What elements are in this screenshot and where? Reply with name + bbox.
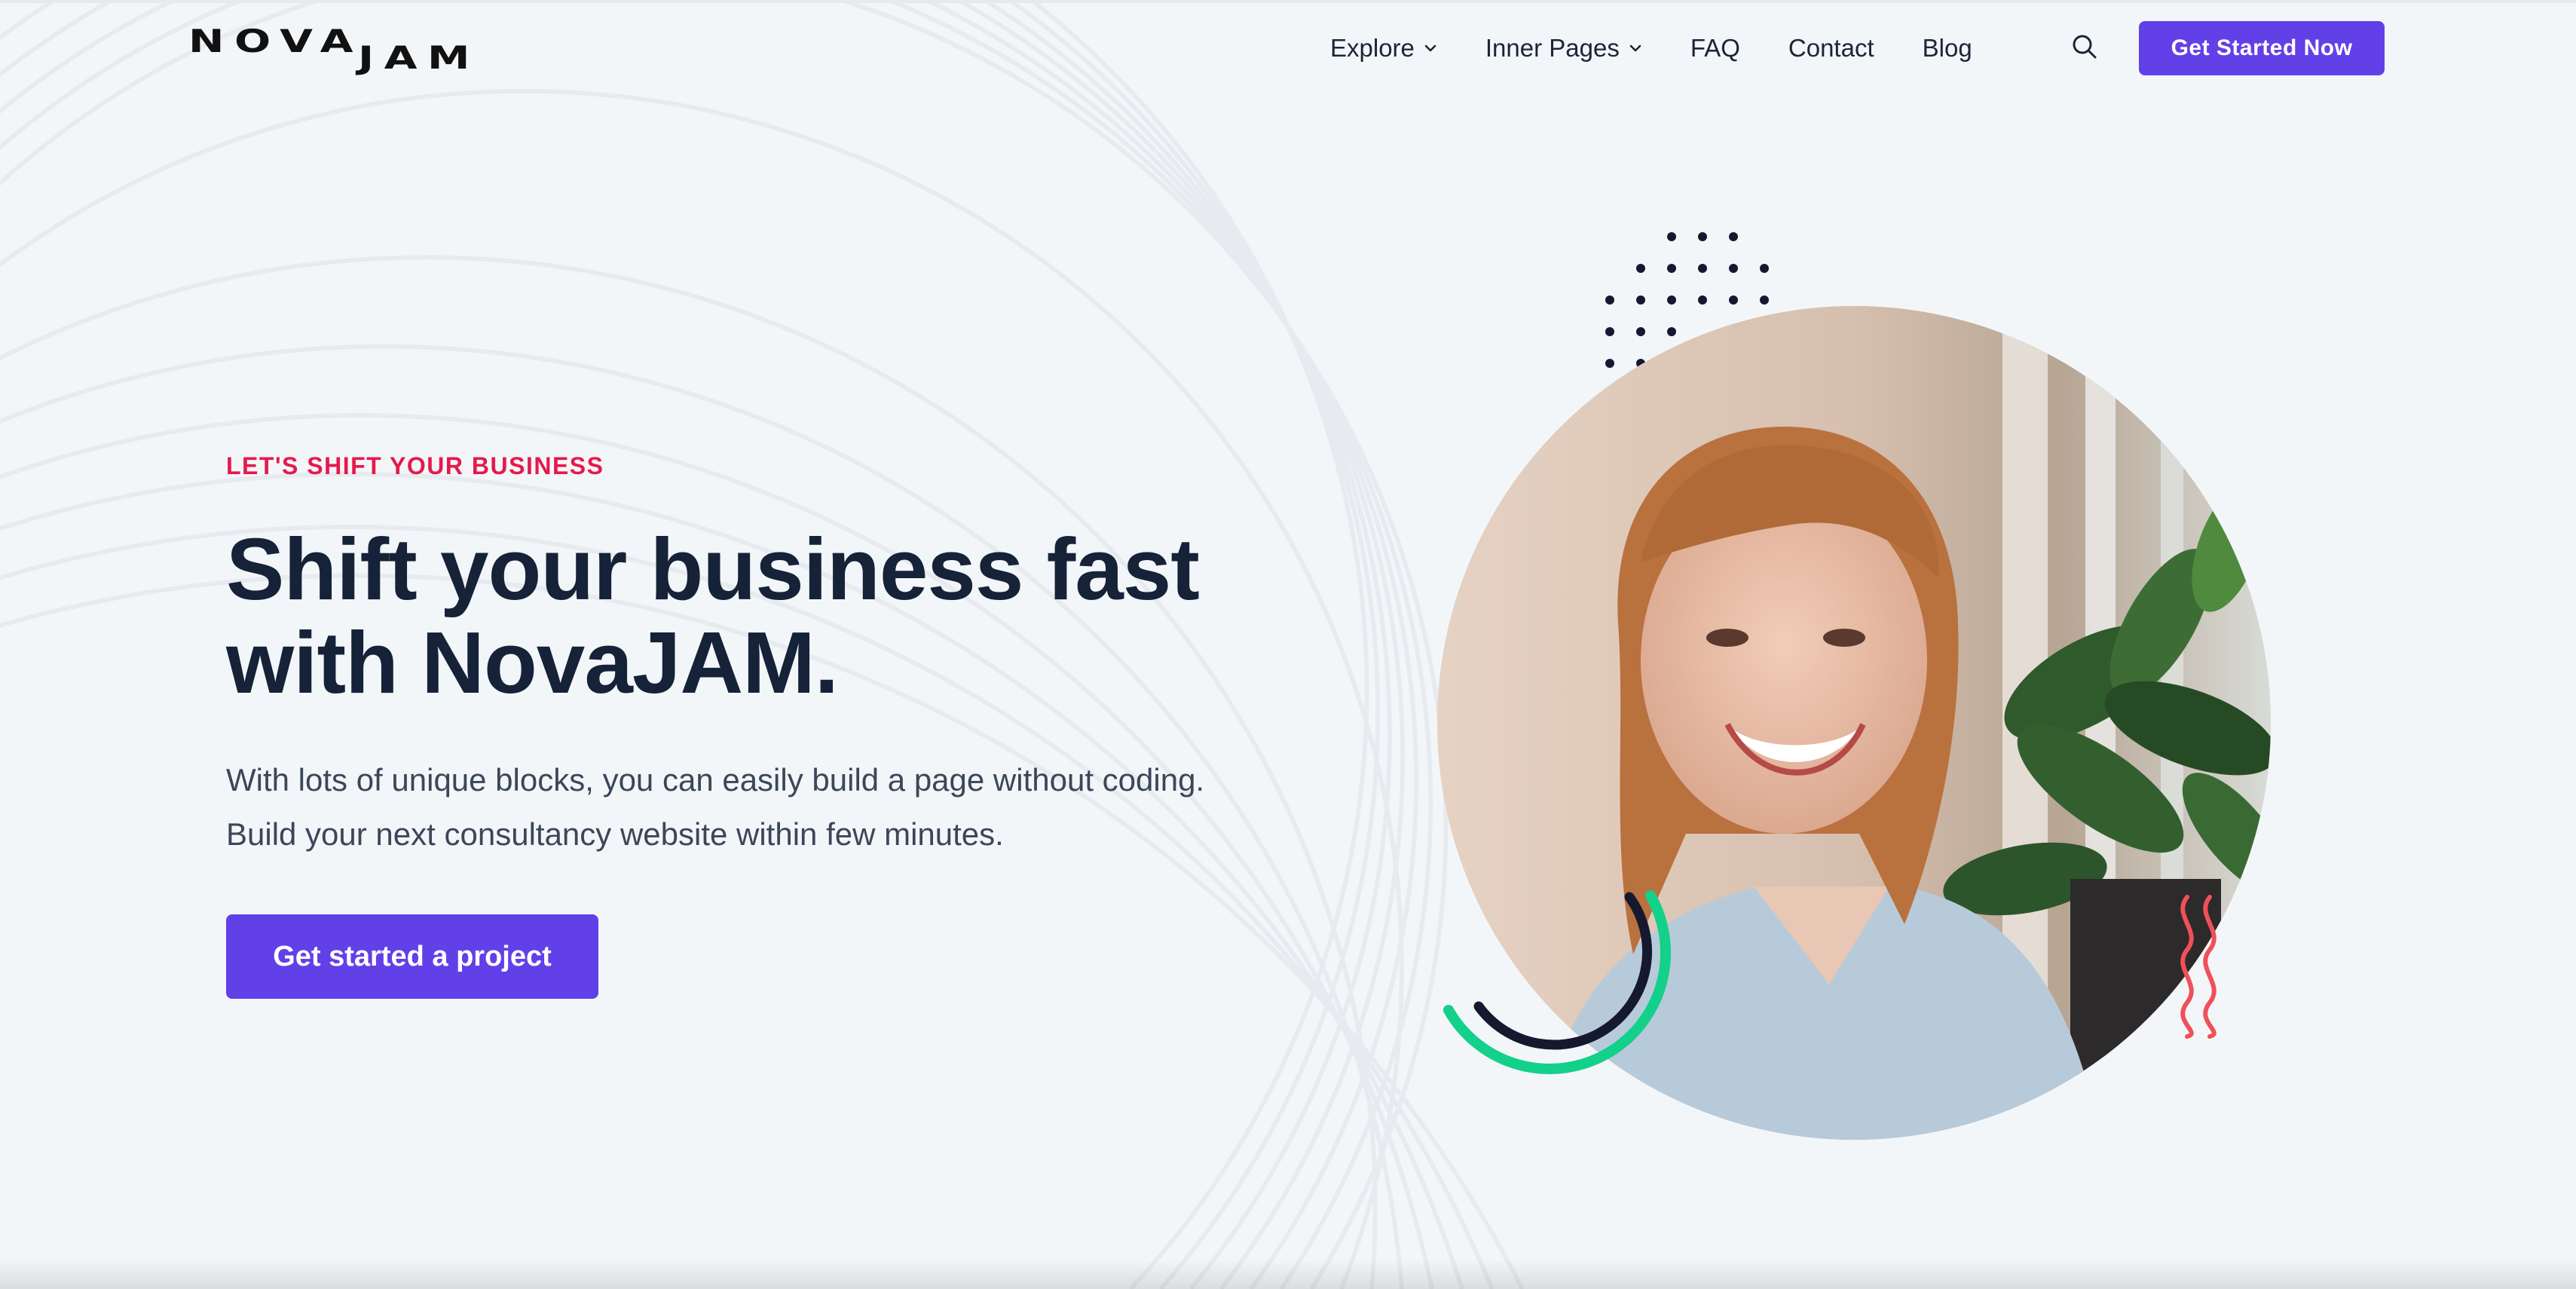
hero-headline: Shift your business fast with NovaJAM. [226, 522, 1281, 709]
nav-item-explore[interactable]: Explore [1330, 34, 1437, 63]
hero-eyebrow: LET'S SHIFT YOUR BUSINESS [226, 452, 604, 479]
decoration-dot [1729, 264, 1738, 273]
nav-label: FAQ [1690, 34, 1740, 62]
decoration-dot [1760, 264, 1769, 273]
headline-line-1: Shift your business fast [226, 520, 1200, 618]
get-started-now-button[interactable]: Get Started Now [2139, 21, 2385, 75]
chevron-down-icon [1424, 44, 1436, 52]
decoration-dot [1636, 295, 1645, 305]
navy-arc [1473, 892, 1652, 1050]
nav-label: Contact [1788, 34, 1874, 62]
nav-item-contact[interactable]: Contact [1788, 34, 1874, 63]
nav-label: Blog [1922, 34, 1972, 62]
logo-word-jam: JAM [358, 39, 480, 76]
decoration-dot [1698, 232, 1707, 241]
logo[interactable]: NOVA JAM [188, 23, 482, 76]
nav-item-blog[interactable]: Blog [1923, 34, 1972, 63]
decoration-dot [1636, 327, 1645, 336]
decoration-dot [1667, 327, 1676, 336]
bottom-shadow [0, 1259, 2576, 1289]
squiggle-decoration [2180, 895, 2217, 1039]
get-started-project-button[interactable]: Get started a project [226, 914, 598, 999]
headline-line-2: with NovaJAM. [226, 614, 839, 712]
arc-decoration [1443, 890, 1672, 1075]
nav-item-inner-pages[interactable]: Inner Pages [1485, 34, 1642, 63]
decoration-dot [1667, 264, 1676, 273]
main-nav: Explore Inner Pages FAQ Contact Blog [1330, 29, 2021, 68]
decoration-dot [1605, 359, 1614, 368]
decoration-dot [1698, 295, 1707, 305]
logo-word-nova: NOVA [188, 23, 364, 60]
nav-label: Explore [1330, 34, 1415, 62]
search-icon[interactable] [2070, 32, 2100, 62]
hero-section: LET'S SHIFT YOUR BUSINESS Shift your bus… [226, 452, 1281, 999]
decoration-dot [1729, 295, 1738, 305]
chevron-down-icon [1629, 44, 1641, 52]
decoration-dot [1636, 264, 1645, 273]
decoration-dot [1605, 295, 1614, 305]
decoration-dot [1760, 295, 1769, 305]
decoration-dot [1605, 327, 1614, 336]
decoration-dot [1667, 232, 1676, 241]
site-header: NOVA JAM Explore Inner Pages FAQ Contact… [0, 0, 2576, 98]
nav-label: Inner Pages [1485, 34, 1620, 62]
decoration-dot [1698, 264, 1707, 273]
hero-description: With lots of unique blocks, you can easi… [226, 762, 1205, 852]
decoration-dot [1729, 232, 1738, 241]
decoration-dot [1667, 295, 1676, 305]
nav-item-faq[interactable]: FAQ [1690, 34, 1740, 63]
